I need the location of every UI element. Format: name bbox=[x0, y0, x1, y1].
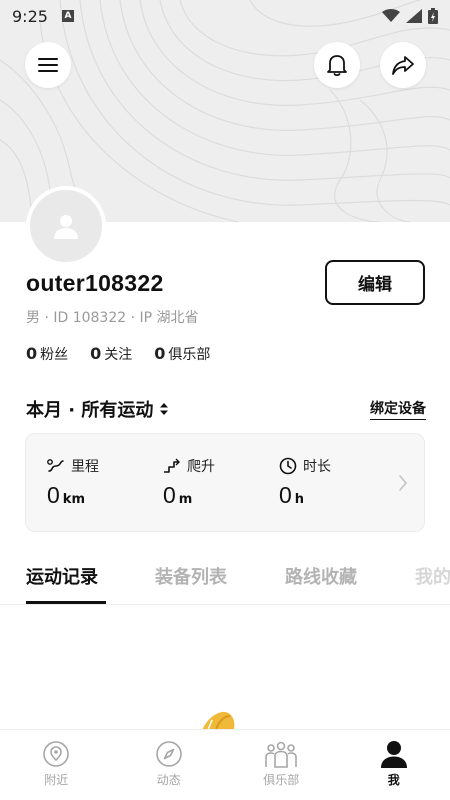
menu-button[interactable] bbox=[25, 42, 71, 88]
count-value: 0 bbox=[90, 344, 102, 363]
menu-icon bbox=[38, 58, 58, 72]
stats-card[interactable]: 里程 0 km 爬升 0 m 时长 0 h bbox=[25, 433, 425, 532]
person-icon bbox=[380, 741, 407, 768]
edit-profile-button[interactable]: 编辑 bbox=[325, 260, 425, 305]
climb-icon bbox=[164, 458, 180, 473]
status-bar: 9:25 A bbox=[0, 0, 450, 32]
stats-filter-row: 本月 · 所有运动 绑定设备 bbox=[26, 396, 426, 422]
stat-number: 0 bbox=[279, 482, 292, 508]
bottom-navigation: 附近 动态 俱乐部 我 bbox=[0, 729, 450, 800]
status-indicator: A bbox=[61, 10, 74, 22]
nav-me[interactable]: 我 bbox=[338, 730, 450, 800]
clubs-count[interactable]: 0 俱乐部 bbox=[154, 344, 210, 364]
avatar[interactable] bbox=[26, 186, 106, 266]
location-pin-icon bbox=[43, 741, 70, 767]
share-icon bbox=[392, 56, 414, 75]
count-value: 0 bbox=[26, 344, 38, 363]
profile-tabs: 运动记录 装备列表 路线收藏 我的 bbox=[0, 560, 450, 605]
stat-label: 时长 bbox=[303, 459, 331, 475]
stat-number: 0 bbox=[47, 482, 60, 508]
count-value: 0 bbox=[154, 344, 166, 363]
nav-nearby[interactable]: 附近 bbox=[0, 730, 113, 800]
signal-icon bbox=[406, 9, 422, 23]
stat-climb: 爬升 0 m bbox=[163, 456, 215, 509]
stat-duration: 时长 0 h bbox=[279, 456, 331, 509]
distance-icon bbox=[47, 459, 64, 472]
username: outer108322 bbox=[26, 270, 164, 296]
stat-unit: km bbox=[62, 492, 85, 507]
nav-label: 我 bbox=[387, 773, 400, 787]
chevron-right-icon bbox=[399, 475, 408, 491]
stat-label: 爬升 bbox=[187, 459, 215, 475]
group-icon bbox=[265, 741, 298, 768]
stat-unit: m bbox=[178, 492, 193, 507]
share-button[interactable] bbox=[380, 42, 426, 88]
count-label: 粉丝 bbox=[40, 347, 69, 363]
nav-label: 附近 bbox=[44, 773, 69, 787]
filter-title: 本月 · 所有运动 bbox=[26, 400, 154, 421]
notification-button[interactable] bbox=[314, 42, 360, 88]
count-label: 关注 bbox=[104, 347, 133, 363]
tab-activity-records[interactable]: 运动记录 bbox=[26, 563, 98, 589]
nav-label: 动态 bbox=[156, 773, 181, 787]
nav-clubs[interactable]: 俱乐部 bbox=[225, 730, 338, 800]
tab-route-favorites[interactable]: 路线收藏 bbox=[285, 563, 357, 589]
follow-counts: 0 粉丝 0 关注 0 俱乐部 bbox=[26, 344, 210, 364]
profile-subinfo: 男 · ID 108322 · IP 湖北省 bbox=[26, 310, 199, 326]
battery-icon bbox=[428, 8, 438, 24]
nav-label: 俱乐部 bbox=[263, 773, 300, 787]
wifi-icon bbox=[382, 9, 400, 22]
stat-distance: 里程 0 km bbox=[47, 456, 99, 509]
following-count[interactable]: 0 关注 bbox=[90, 344, 132, 364]
sort-arrows-icon bbox=[160, 403, 169, 415]
count-label: 俱乐部 bbox=[168, 347, 211, 363]
compass-icon bbox=[155, 741, 182, 767]
stat-unit: h bbox=[294, 492, 305, 507]
tab-equipment-list[interactable]: 装备列表 bbox=[155, 563, 227, 589]
clock-icon bbox=[279, 457, 297, 475]
followers-count[interactable]: 0 粉丝 bbox=[26, 344, 68, 364]
bell-icon bbox=[327, 55, 347, 77]
period-sport-selector[interactable]: 本月 · 所有运动 bbox=[26, 396, 169, 422]
bind-device-link[interactable]: 绑定设备 bbox=[370, 398, 426, 420]
stat-label: 里程 bbox=[71, 459, 99, 475]
tab-mine[interactable]: 我的 bbox=[415, 563, 450, 589]
person-icon bbox=[54, 215, 78, 239]
active-tab-indicator bbox=[26, 601, 106, 604]
empty-state-illustration bbox=[202, 711, 235, 730]
status-time: 9:25 bbox=[12, 6, 48, 26]
nav-feed[interactable]: 动态 bbox=[113, 730, 226, 800]
stat-number: 0 bbox=[163, 482, 176, 508]
